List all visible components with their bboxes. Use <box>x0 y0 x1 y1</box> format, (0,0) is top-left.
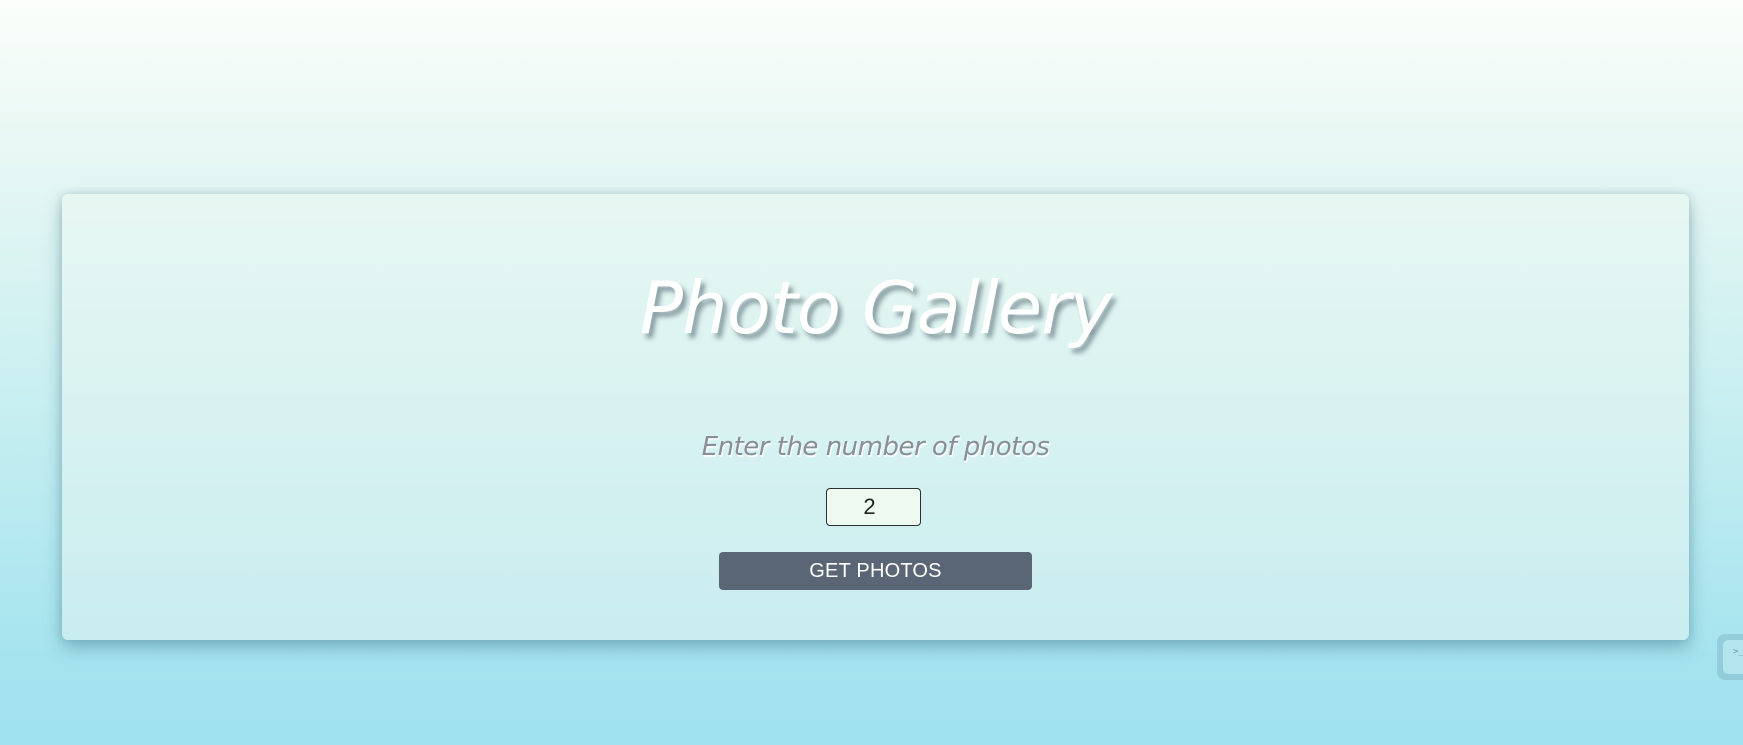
photo-count-prompt: Enter the number of photos <box>701 432 1050 462</box>
terminal-icon: >_ <box>1723 640 1743 674</box>
get-photos-button[interactable]: GET PHOTOS <box>719 552 1032 590</box>
gallery-card: Photo Gallery Enter the number of photos… <box>62 194 1689 640</box>
page-title: Photo Gallery <box>639 266 1113 350</box>
photo-count-input[interactable] <box>826 488 921 526</box>
terminal-glyph: >_ <box>1733 647 1743 657</box>
terminal-widget[interactable]: >_ <box>1717 634 1743 680</box>
